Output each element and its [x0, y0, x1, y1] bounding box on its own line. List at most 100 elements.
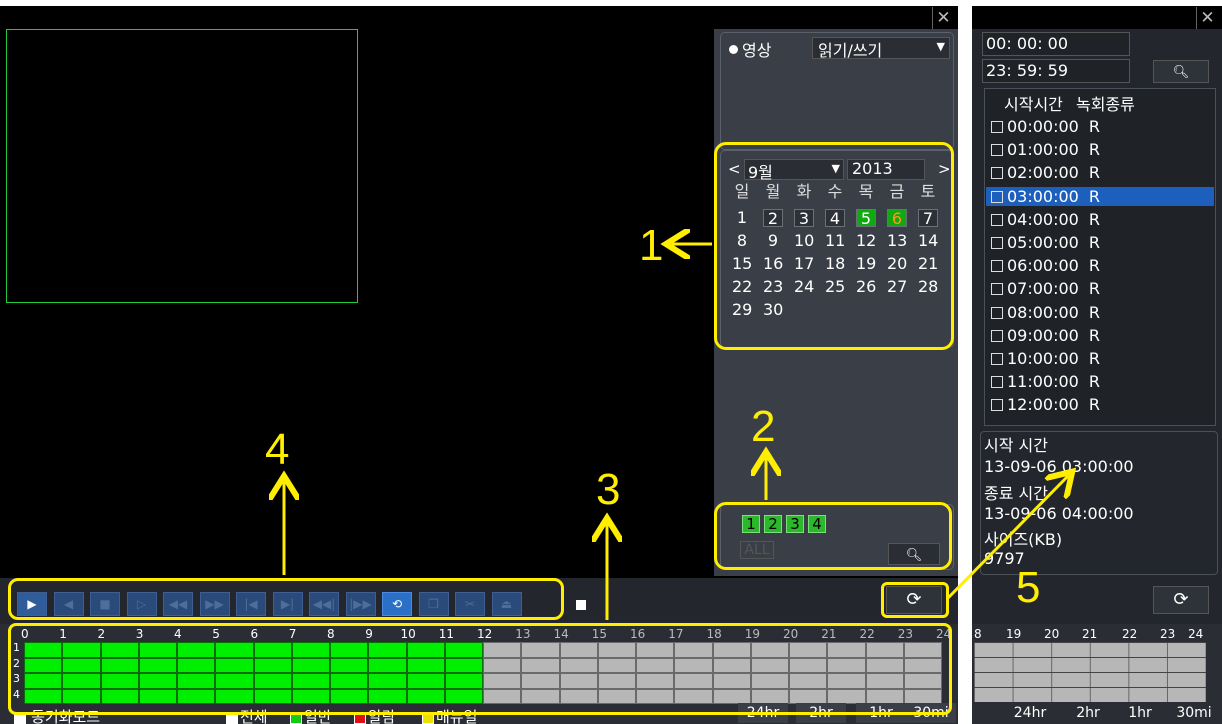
file-record-type: R [1088, 163, 1100, 183]
file-list-item[interactable]: 12:00:00 R [986, 395, 1214, 414]
timeline-hour-label: 19 [1006, 627, 1022, 641]
search-start-time-field[interactable]: 00: 00: 00 [982, 32, 1130, 56]
search-icon: 🔍︎ [1172, 65, 1190, 80]
chevron-down-icon: ▼ [936, 40, 945, 53]
file-record-type: R [1088, 372, 1100, 392]
checkbox-icon[interactable] [991, 213, 1003, 226]
search-end-time-field[interactable]: 23: 59: 59 [982, 59, 1130, 83]
file-list-item[interactable]: 01:00:00 R [986, 140, 1214, 159]
timeline-hour-label: 21 [1082, 627, 1098, 641]
checkbox-icon[interactable] [991, 144, 1003, 157]
zoom-button[interactable]: 24hr [1006, 703, 1054, 723]
info-end-label: 종료 시간 [984, 484, 1048, 503]
zoom-button[interactable]: 1hr [1116, 703, 1164, 723]
right-timeline-grid[interactable] [974, 642, 1206, 702]
checkbox-icon[interactable] [991, 121, 1003, 133]
annotation-calendar-box [714, 142, 954, 350]
file-list-item[interactable]: 08:00:00 R [986, 303, 1214, 322]
annotation-label-5: 5 [1016, 563, 1041, 612]
checkbox-icon[interactable] [991, 306, 1003, 319]
file-start-time: 07:00:00 [1007, 279, 1079, 299]
file-search-button[interactable]: 🔍︎ [1153, 60, 1209, 83]
checkbox-icon[interactable] [991, 190, 1003, 203]
close-icon[interactable]: ✕ [932, 7, 954, 29]
zoom-button[interactable]: 2hr [1064, 703, 1112, 723]
checkbox-icon[interactable] [991, 283, 1003, 296]
timeline-hour-label: 20 [1044, 627, 1060, 641]
file-record-type: R [1088, 279, 1100, 299]
file-record-type: R [1088, 140, 1100, 160]
file-list-item[interactable]: 00:00:00 R [986, 117, 1214, 136]
checkbox-icon[interactable] [991, 260, 1003, 273]
annotation-channel-box [714, 502, 952, 570]
file-list-item[interactable]: 02:00:00 R [986, 163, 1214, 182]
status-indicator [576, 600, 586, 610]
info-start-value: 13-09-06 03:00:00 [984, 457, 1134, 476]
file-list-item[interactable]: 04:00:00 R [986, 210, 1214, 229]
timeline-hour-label: 23 [1160, 627, 1176, 641]
checkbox-icon[interactable] [991, 329, 1003, 342]
file-record-type: R [1088, 395, 1100, 415]
timeline-hour-label: 22 [1122, 627, 1138, 641]
annotation-label-3: 3 [596, 465, 621, 514]
file-record-type: R [1088, 256, 1100, 276]
info-end-value: 13-09-06 04:00:00 [984, 504, 1134, 523]
mode-select-value: 읽기/쓰기 [818, 41, 883, 60]
end-time-value: 23: 59: 59 [986, 61, 1069, 80]
refresh-icon: ⟳ [1173, 589, 1189, 610]
annotation-label-2: 2 [751, 402, 776, 451]
file-start-time: 11:00:00 [1007, 372, 1079, 392]
annotation-controls-box [8, 578, 564, 620]
checkbox-icon[interactable] [991, 399, 1003, 412]
file-start-time: 03:00:00 [1007, 186, 1079, 206]
file-record-type: R [1088, 209, 1100, 229]
annotation-refresh-box [881, 582, 949, 618]
file-list-item[interactable]: 05:00:00 R [986, 233, 1214, 252]
file-start-time: 10:00:00 [1007, 349, 1079, 368]
file-list-header: 시작시간 녹회종류 [1004, 91, 1135, 115]
start-time-value: 00: 00: 00 [986, 34, 1069, 53]
checkbox-icon[interactable] [991, 353, 1003, 365]
header-start-time: 시작시간 [1004, 95, 1063, 114]
file-start-time: 01:00:00 [1007, 140, 1079, 160]
file-list-item[interactable]: 07:00:00 R [986, 279, 1214, 298]
file-record-type: R [1088, 233, 1100, 252]
timeline-hour-label: 24 [1188, 627, 1204, 641]
file-list-item[interactable]: 09:00:00 R [986, 326, 1214, 345]
timeline-hour-label: 8 [974, 627, 982, 641]
file-record-type: R [1088, 325, 1100, 345]
right-refresh-button[interactable]: ⟳ [1153, 586, 1209, 614]
file-start-time: 04:00:00 [1007, 209, 1079, 229]
file-record-type: R [1088, 186, 1100, 206]
file-list-titlebar [972, 6, 1222, 29]
file-start-time: 06:00:00 [1007, 256, 1079, 276]
file-list-item[interactable]: 11:00:00 R [986, 372, 1214, 391]
checkbox-icon[interactable] [991, 237, 1003, 249]
file-record-type: R [1088, 349, 1100, 368]
file-list-item[interactable]: 10:00:00 R [986, 349, 1214, 368]
file-start-time: 05:00:00 [1007, 233, 1079, 252]
info-start-label: 시작 시간 [984, 436, 1048, 455]
mode-select[interactable]: 읽기/쓰기 ▼ [812, 37, 950, 60]
header-record-type: 녹회종류 [1075, 95, 1135, 114]
checkbox-icon[interactable] [991, 167, 1003, 180]
file-start-time: 12:00:00 [1007, 395, 1079, 415]
file-record-type: R [1088, 302, 1100, 322]
close-icon[interactable]: ✕ [1196, 7, 1218, 29]
annotation-label-4: 4 [265, 425, 290, 474]
file-start-time: 09:00:00 [1007, 325, 1079, 345]
file-list-item[interactable]: 03:00:00 R [986, 186, 1214, 206]
video-radio-icon[interactable] [729, 45, 738, 54]
video-channel-frame[interactable] [6, 29, 358, 303]
annotation-timeline-box [8, 623, 952, 715]
annotation-label-1: 1 [639, 221, 664, 270]
info-size-label: 사이즈(KB) [984, 530, 1063, 549]
zoom-button[interactable]: 30mi [1170, 703, 1218, 723]
file-record-type: R [1088, 117, 1100, 136]
file-list-item[interactable]: 06:00:00 R [986, 256, 1214, 275]
file-start-time: 00:00:00 [1007, 117, 1079, 136]
checkbox-icon[interactable] [991, 376, 1003, 389]
channel-mode-label: 영상 [742, 41, 772, 60]
file-start-time: 02:00:00 [1007, 163, 1079, 183]
file-start-time: 08:00:00 [1007, 302, 1079, 322]
